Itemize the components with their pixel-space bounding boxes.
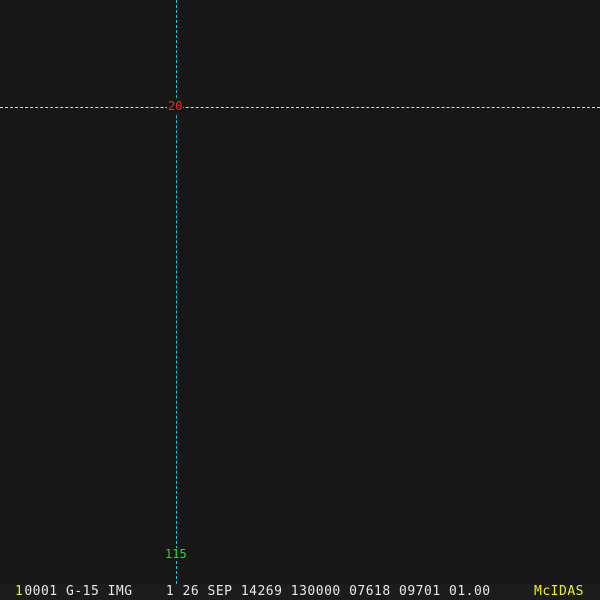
longitude-line <box>176 0 177 584</box>
latitude-label: 20 <box>167 99 184 113</box>
longitude-label: 115 <box>164 547 188 561</box>
mcidas-display: 20 115 1 0001 G-15 IMG 1 26 SEP 14269 13… <box>0 0 600 600</box>
mcidas-brand: McIDAS <box>534 584 584 599</box>
latitude-line <box>0 107 600 108</box>
frame-number: 1 <box>15 584 24 599</box>
satellite-image: 20 115 <box>0 0 600 584</box>
image-info: 0001 G-15 IMG 1 26 SEP 14269 130000 0761… <box>24 584 491 599</box>
status-bar: 1 0001 G-15 IMG 1 26 SEP 14269 130000 07… <box>0 584 600 600</box>
